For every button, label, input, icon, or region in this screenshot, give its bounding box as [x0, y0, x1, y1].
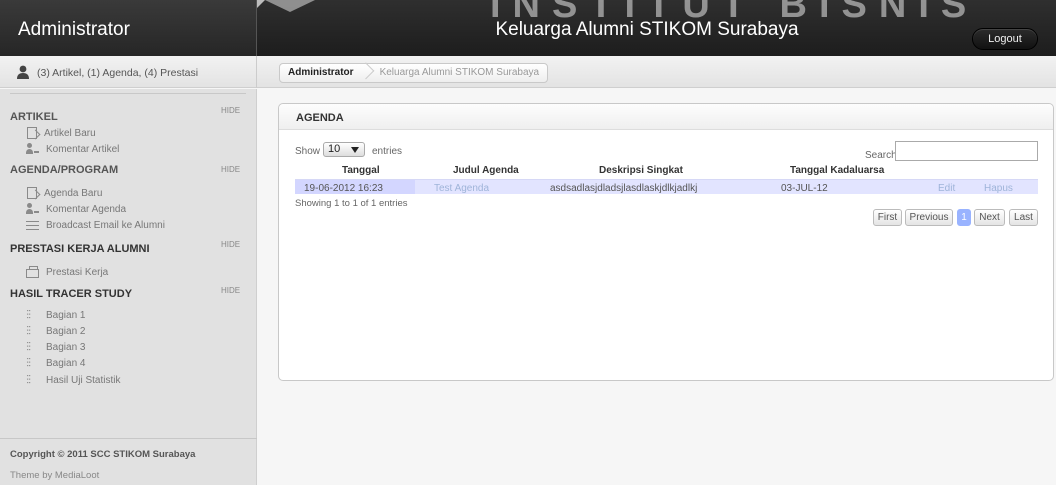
cell-deskripsi: asdsadlasjdladsjlasdlaskjdlkjadlkj [550, 183, 698, 194]
theme-credit: Theme by MediaLoot [10, 470, 100, 481]
sidebar-item-broadcast-email[interactable]: Broadcast Email ke Alumni [26, 218, 165, 232]
agenda-title-link[interactable]: Test Agenda [434, 183, 489, 194]
user-summary-text: (3) Artikel, (1) Agenda, (4) Prestasi [37, 67, 199, 79]
admin-title: Administrator [18, 19, 130, 40]
delete-link[interactable]: Hapus [984, 183, 1013, 194]
table-row: 19-06-2012 16:23 Test Agenda asdsadlasjd… [295, 179, 1038, 194]
secondary-bar: (3) Artikel, (1) Agenda, (4) Prestasi Ad… [0, 56, 1056, 88]
sliders-icon: ⫶⫶ [26, 307, 31, 322]
sidebar-item-label: Bagian 1 [46, 309, 86, 321]
chevron-down-icon [351, 147, 359, 153]
sidebar-item-bagian-2[interactable]: ⫶⫶ Bagian 2 [26, 324, 85, 338]
header-brand: Administrator [0, 0, 257, 56]
sidebar-item-hasil-uji-statistik[interactable]: ⫶⫶ Hasil Uji Statistik [26, 373, 120, 387]
column-header-judul[interactable]: Judul Agenda [453, 165, 519, 176]
entries-length-value: 10 [328, 143, 341, 155]
top-header: INSTITUT BISNIS Administrator Keluarga A… [0, 0, 1056, 56]
sidebar-item-label: Prestasi Kerja [46, 266, 109, 278]
logout-button[interactable]: Logout [972, 28, 1038, 50]
pagination-previous-button[interactable]: Previous [905, 209, 953, 226]
pagination-last-button[interactable]: Last [1009, 209, 1038, 226]
sidebar-item-bagian-4[interactable]: ⫶⫶ Bagian 4 [26, 356, 85, 370]
copyright-text: Copyright © 2011 SCC STIKOM Surabaya [10, 449, 196, 460]
section-title-agenda: AGENDA/PROGRAM [10, 164, 119, 176]
sliders-icon: ⫶⫶ [26, 323, 31, 338]
search-input[interactable] [895, 141, 1038, 161]
sidebar-item-komentar-artikel[interactable]: Komentar Artikel [26, 142, 119, 156]
section-title-artikel: ARTIKEL [10, 111, 58, 123]
sidebar-item-label: Komentar Agenda [46, 203, 127, 215]
pagination-current-page[interactable]: 1 [957, 209, 971, 226]
breadcrumb-administrator[interactable]: Administrator [280, 64, 362, 82]
sidebar: ARTIKEL HIDE Artikel Baru Komentar Artik… [0, 89, 257, 485]
entries-label: entries [372, 146, 403, 157]
sidebar-item-prestasi-kerja[interactable]: Prestasi Kerja [26, 265, 108, 279]
list-icon [26, 221, 39, 230]
sliders-icon: ⫶⫶ [26, 372, 31, 387]
section-title-tracer: HASIL TRACER STUDY [10, 288, 133, 300]
sidebar-item-label: Broadcast Email ke Alumni [46, 219, 165, 231]
hide-agenda-link[interactable]: HIDE [221, 165, 240, 174]
sidebar-item-label: Komentar Artikel [46, 143, 120, 155]
pagination-first-button[interactable]: First [873, 209, 902, 226]
panel-title: AGENDA [296, 112, 344, 124]
sidebar-item-bagian-3[interactable]: ⫶⫶ Bagian 3 [26, 340, 85, 354]
cell-kadaluarsa: 03-JUL-12 [781, 183, 828, 194]
sidebar-item-label: Artikel Baru [44, 127, 96, 139]
new-document-icon [27, 187, 37, 199]
sidebar-item-agenda-baru[interactable]: Agenda Baru [26, 186, 102, 200]
breadcrumb-separator [362, 64, 372, 82]
sliders-icon: ⫶⫶ [26, 339, 31, 354]
breadcrumb-site[interactable]: Keluarga Alumni STIKOM Surabaya [372, 64, 548, 82]
show-label: Show [295, 146, 321, 157]
panel-header: AGENDA [279, 104, 1053, 130]
hide-prestasi-link[interactable]: HIDE [221, 240, 240, 249]
pagination-next-button[interactable]: Next [974, 209, 1005, 226]
hide-artikel-link[interactable]: HIDE [221, 106, 240, 115]
users-icon [26, 142, 39, 156]
column-header-deskripsi[interactable]: Deskripsi Singkat [599, 165, 683, 176]
cell-tanggal: 19-06-2012 16:23 [295, 180, 415, 194]
agenda-panel: AGENDA Show 10 entries Search: Tanggal J… [278, 103, 1054, 381]
sidebar-footer-divider [0, 438, 257, 439]
users-icon [26, 202, 39, 216]
new-document-icon [27, 127, 37, 139]
user-summary: (3) Artikel, (1) Agenda, (4) Prestasi [0, 56, 257, 88]
column-header-tanggal[interactable]: Tanggal [342, 165, 380, 176]
sidebar-item-label: Bagian 3 [46, 341, 86, 353]
site-title: Keluarga Alumni STIKOM Surabaya [495, 19, 799, 40]
sidebar-item-bagian-1[interactable]: ⫶⫶ Bagian 1 [26, 308, 85, 322]
hide-tracer-link[interactable]: HIDE [221, 286, 240, 295]
user-icon [17, 65, 29, 79]
sidebar-item-artikel-baru[interactable]: Artikel Baru [26, 126, 96, 140]
column-header-kadaluarsa[interactable]: Tanggal Kadaluarsa [790, 165, 884, 176]
sidebar-item-komentar-agenda[interactable]: Komentar Agenda [26, 202, 126, 216]
sliders-icon: ⫶⫶ [26, 355, 31, 370]
folder-icon [26, 266, 39, 278]
table-info: Showing 1 to 1 of 1 entries [295, 198, 408, 209]
sidebar-item-label: Agenda Baru [44, 187, 103, 199]
sidebar-item-label: Bagian 2 [46, 325, 86, 337]
entries-length-select[interactable]: 10 [323, 142, 365, 157]
breadcrumb: Administrator Keluarga Alumni STIKOM Sur… [279, 63, 549, 83]
section-title-prestasi: PRESTASI KERJA ALUMNI [10, 243, 150, 255]
edit-link[interactable]: Edit [938, 183, 955, 194]
sidebar-item-label: Bagian 4 [46, 357, 86, 369]
sidebar-item-label: Hasil Uji Statistik [46, 374, 121, 386]
